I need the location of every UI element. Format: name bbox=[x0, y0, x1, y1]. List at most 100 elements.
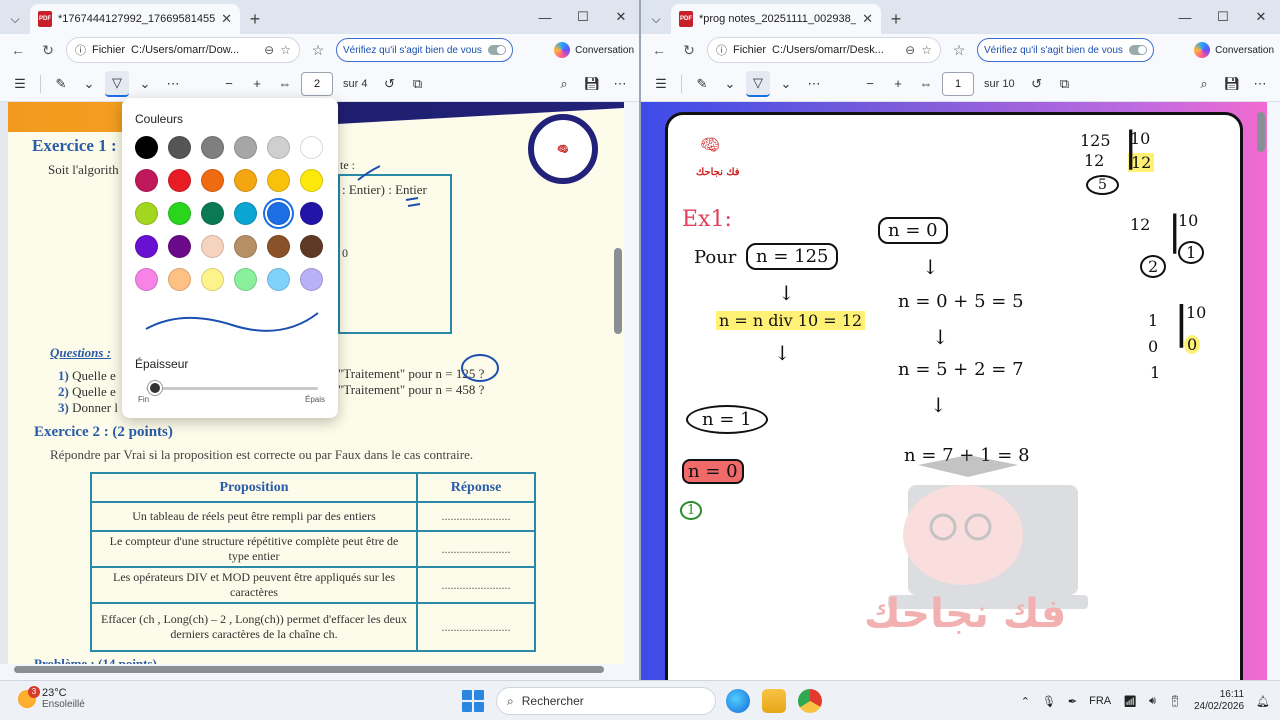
color-swatch[interactable] bbox=[234, 268, 257, 291]
battery-icon[interactable]: 🔋︎ bbox=[1168, 695, 1182, 708]
clock[interactable]: 16:11 24/02/2026 bbox=[1194, 689, 1244, 714]
color-swatch[interactable] bbox=[135, 169, 158, 192]
file-explorer-icon[interactable] bbox=[762, 689, 786, 713]
save-icon[interactable]: 💾︎ bbox=[1220, 71, 1244, 97]
more-tools-icon[interactable]: ⋯ bbox=[802, 71, 826, 97]
close-window-icon[interactable]: ✕ bbox=[602, 9, 640, 25]
color-swatch[interactable] bbox=[267, 235, 290, 258]
tab-actions-icon[interactable]: ⌵ bbox=[641, 4, 671, 34]
new-tab-icon[interactable]: + bbox=[240, 4, 270, 34]
highlight-chevron-icon[interactable]: ⌄ bbox=[718, 71, 742, 97]
tab-actions-icon[interactable]: ⌵ bbox=[0, 4, 30, 34]
vertical-scrollbar[interactable] bbox=[1257, 112, 1265, 152]
weather-widget[interactable]: 3 23°C Ensoleillé bbox=[18, 685, 85, 710]
pen-icon[interactable]: ✒︎ bbox=[1068, 695, 1077, 708]
taskbar-search[interactable]: ⌕ Rechercher bbox=[496, 687, 716, 715]
verify-identity-button[interactable]: Vérifiez qu'il s'agit bien de vous bbox=[977, 38, 1154, 62]
color-swatch[interactable] bbox=[168, 169, 191, 192]
page-view-icon[interactable]: ⧉ bbox=[1053, 71, 1077, 97]
contents-icon[interactable]: ☰ bbox=[649, 71, 673, 97]
address-url[interactable]: C:/Users/omarr/Desk... bbox=[772, 44, 899, 56]
color-swatch[interactable] bbox=[168, 268, 191, 291]
color-swatch[interactable] bbox=[201, 136, 224, 159]
zoom-icon[interactable]: ⊖ bbox=[905, 43, 915, 57]
back-icon[interactable]: ← bbox=[6, 38, 30, 62]
minimize-icon[interactable]: — bbox=[1166, 10, 1204, 25]
address-url[interactable]: C:/Users/omarr/Dow... bbox=[131, 44, 258, 56]
contents-icon[interactable]: ☰ bbox=[8, 71, 32, 97]
color-swatch[interactable] bbox=[300, 136, 323, 159]
page-number-input[interactable]: 1 bbox=[942, 71, 974, 96]
color-swatch[interactable] bbox=[201, 235, 224, 258]
color-swatch[interactable] bbox=[267, 169, 290, 192]
highlight-chevron-icon[interactable]: ⌄ bbox=[77, 71, 101, 97]
color-swatch[interactable] bbox=[267, 202, 290, 225]
color-swatch[interactable] bbox=[300, 268, 323, 291]
language-indicator[interactable]: FRA bbox=[1089, 695, 1111, 707]
refresh-icon[interactable]: ↻ bbox=[36, 38, 60, 62]
thickness-slider-handle[interactable] bbox=[147, 381, 162, 395]
zoom-in-icon[interactable]: + bbox=[886, 71, 910, 97]
fit-page-icon[interactable]: ⇔ bbox=[273, 71, 297, 97]
color-swatch[interactable] bbox=[267, 268, 290, 291]
color-swatch[interactable] bbox=[234, 202, 257, 225]
color-swatch[interactable] bbox=[300, 202, 323, 225]
new-tab-icon[interactable]: + bbox=[881, 4, 911, 34]
info-icon[interactable]: ⓘ bbox=[75, 42, 86, 58]
close-tab-icon[interactable]: ✕ bbox=[862, 11, 873, 27]
color-swatch[interactable] bbox=[135, 268, 158, 291]
maximize-icon[interactable]: ☐ bbox=[564, 9, 602, 25]
fit-page-icon[interactable]: ⇔ bbox=[914, 71, 938, 97]
favorite-star-icon[interactable]: ☆ bbox=[921, 43, 932, 57]
close-tab-icon[interactable]: ✕ bbox=[221, 11, 232, 27]
more-options-icon[interactable]: ⋯ bbox=[1248, 71, 1272, 97]
tab-pdf-right[interactable]: PDF *prog notes_20251111_002938_00 ✕ bbox=[671, 4, 881, 34]
favorites-icon[interactable]: ☆ bbox=[306, 38, 330, 62]
copilot-conversation-button[interactable]: Conversation bbox=[1194, 42, 1274, 58]
zoom-icon[interactable]: ⊖ bbox=[264, 43, 274, 57]
refresh-icon[interactable]: ↻ bbox=[677, 38, 701, 62]
microphone-icon[interactable]: 🎙︎ bbox=[1042, 695, 1056, 708]
search-icon[interactable]: ⌕ bbox=[552, 71, 576, 97]
address-bar[interactable]: ⓘ Fichier C:/Users/omarr/Desk... ⊖ ☆ bbox=[707, 37, 941, 63]
color-swatch[interactable] bbox=[135, 136, 158, 159]
zoom-out-icon[interactable]: − bbox=[858, 71, 882, 97]
save-icon[interactable]: 💾︎ bbox=[580, 71, 604, 97]
vertical-scrollbar[interactable] bbox=[614, 248, 622, 334]
favorites-icon[interactable]: ☆ bbox=[947, 38, 971, 62]
wifi-icon[interactable]: 📶︎ bbox=[1123, 695, 1137, 708]
pdf-viewport[interactable]: 🧠︎ فك نجاحك Ex1: Pour n = 125 ↓ n = n di… bbox=[641, 102, 1267, 680]
color-swatch[interactable] bbox=[135, 202, 158, 225]
minimize-icon[interactable]: — bbox=[526, 10, 564, 25]
color-swatch[interactable] bbox=[234, 136, 257, 159]
tray-chevron-icon[interactable]: ⌃ bbox=[1021, 695, 1030, 708]
close-window-icon[interactable]: ✕ bbox=[1242, 9, 1280, 25]
address-bar[interactable]: ⓘ Fichier C:/Users/omarr/Dow... ⊖ ☆ bbox=[66, 37, 300, 63]
page-number-input[interactable]: 2 bbox=[301, 71, 333, 96]
draw-icon[interactable]: ▽ bbox=[746, 70, 770, 97]
color-swatch[interactable] bbox=[135, 235, 158, 258]
zoom-in-icon[interactable]: + bbox=[245, 71, 269, 97]
color-swatch[interactable] bbox=[168, 202, 191, 225]
copilot-conversation-button[interactable]: Conversation bbox=[554, 42, 634, 58]
chrome-icon[interactable] bbox=[798, 689, 822, 713]
rotate-icon[interactable]: ↺ bbox=[377, 71, 401, 97]
more-options-icon[interactable]: ⋯ bbox=[608, 71, 632, 97]
search-icon[interactable]: ⌕ bbox=[1192, 71, 1216, 97]
edge-icon[interactable] bbox=[726, 689, 750, 713]
maximize-icon[interactable]: ☐ bbox=[1204, 9, 1242, 25]
color-swatch[interactable] bbox=[201, 268, 224, 291]
rotate-icon[interactable]: ↺ bbox=[1025, 71, 1049, 97]
notification-bell-icon[interactable]: 🔔︎ bbox=[1256, 695, 1270, 708]
more-tools-icon[interactable]: ⋯ bbox=[161, 71, 185, 97]
color-swatch[interactable] bbox=[168, 235, 191, 258]
draw-chevron-icon[interactable]: ⌄ bbox=[774, 71, 798, 97]
info-icon[interactable]: ⓘ bbox=[716, 42, 727, 58]
color-swatch[interactable] bbox=[168, 136, 191, 159]
start-windows-icon[interactable] bbox=[462, 690, 484, 712]
draw-chevron-icon[interactable]: ⌄ bbox=[133, 71, 157, 97]
highlight-icon[interactable]: ✎ bbox=[49, 71, 73, 97]
color-swatch[interactable] bbox=[300, 169, 323, 192]
favorite-star-icon[interactable]: ☆ bbox=[280, 43, 291, 57]
verify-identity-button[interactable]: Vérifiez qu'il s'agit bien de vous bbox=[336, 38, 513, 62]
